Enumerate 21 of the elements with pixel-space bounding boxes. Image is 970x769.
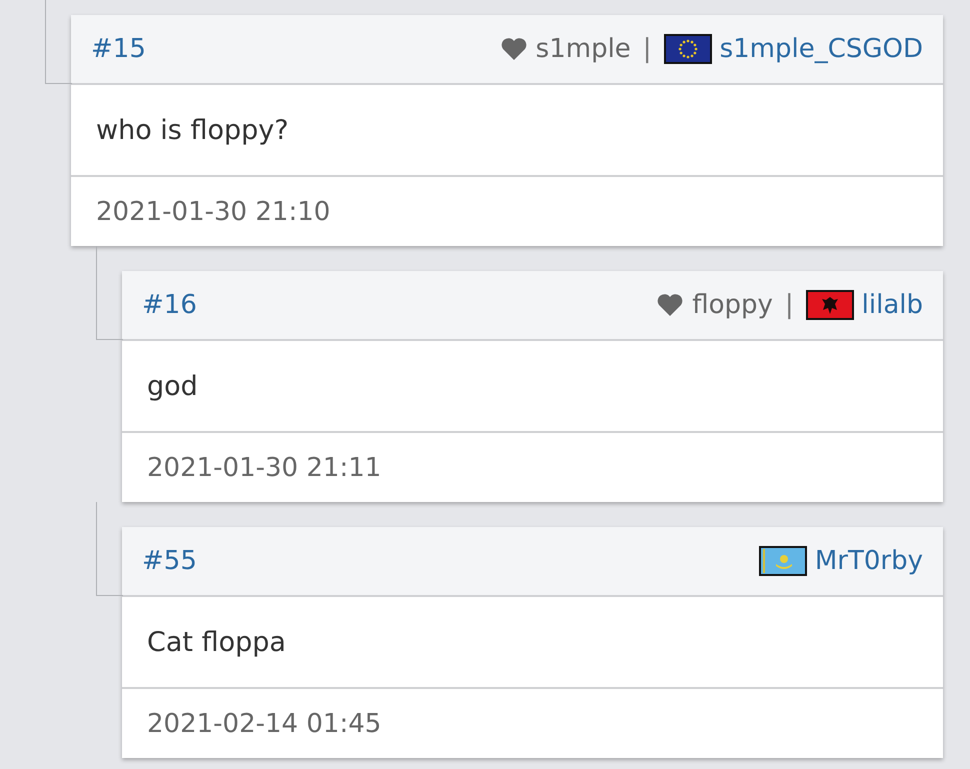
heart-icon: [656, 293, 684, 317]
flag-icon: [664, 34, 712, 64]
post-number-link[interactable]: #15: [91, 34, 146, 64]
post-number-link[interactable]: #55: [142, 546, 197, 576]
author-link[interactable]: s1mple_CSGOD: [720, 34, 923, 64]
author-link[interactable]: lilalb: [862, 290, 923, 320]
separator: |: [642, 34, 652, 64]
post-date: 2021-01-30 21:10: [96, 196, 330, 226]
post-text: god: [147, 370, 198, 402]
post-text: who is floppy?: [96, 114, 289, 146]
fan-name: s1mple: [536, 34, 631, 64]
heart-icon: [500, 37, 528, 61]
post-date: 2021-01-30 21:11: [147, 452, 382, 482]
post-text: Cat floppa: [147, 626, 286, 658]
separator: |: [784, 290, 794, 320]
flag-icon: [758, 546, 807, 576]
post-number-link[interactable]: #16: [142, 290, 197, 320]
post-date: 2021-02-14 01:45: [147, 708, 382, 738]
fan-name: floppy: [692, 290, 773, 320]
flag-icon: [806, 290, 854, 320]
author-link[interactable]: MrT0rby: [814, 546, 923, 576]
